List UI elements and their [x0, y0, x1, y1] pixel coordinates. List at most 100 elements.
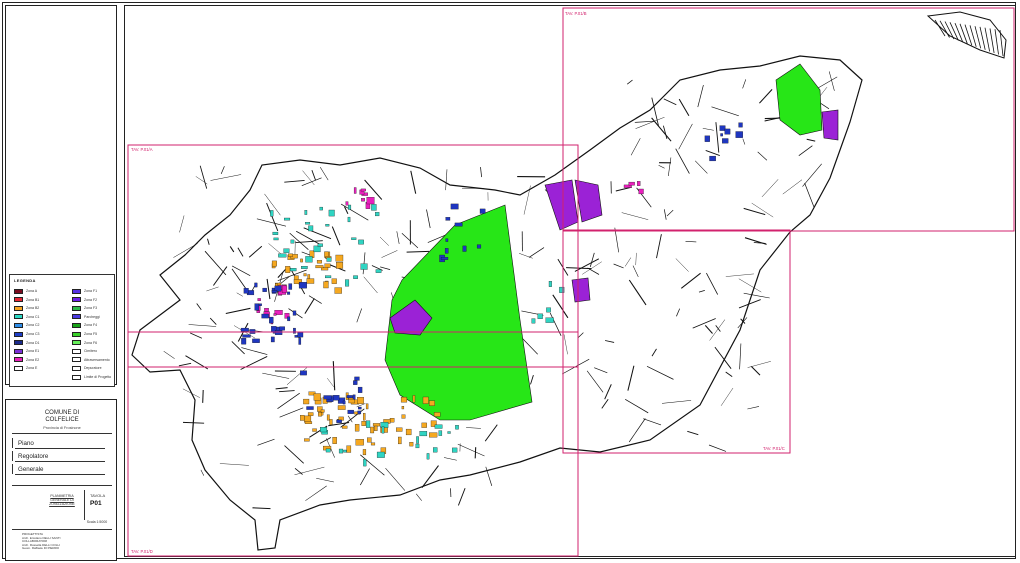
zone-block: [306, 278, 315, 284]
zone-block: [290, 239, 295, 244]
zone-block: [374, 425, 378, 431]
zone-block: [367, 437, 372, 443]
parcel-line: [708, 444, 727, 452]
parcel-line: [739, 343, 742, 370]
zone-block: [258, 303, 262, 306]
zone-block: [462, 245, 467, 252]
zone-block: [318, 412, 322, 417]
zone-block: [273, 313, 277, 316]
zone-block: [298, 337, 302, 345]
zone-block: [628, 181, 635, 186]
zone-block: [254, 282, 258, 288]
parcel-line: [474, 447, 477, 459]
parcel-line: [687, 430, 699, 436]
zone-block: [283, 248, 290, 253]
zone-block: [270, 336, 275, 343]
parcel-line: [720, 387, 734, 406]
zone-block: [351, 237, 357, 240]
parcel-line: [416, 493, 422, 501]
zone-block: [409, 442, 414, 447]
zone-block: [300, 415, 305, 421]
zone-block: [308, 225, 314, 232]
zone-block: [479, 208, 486, 214]
zone-block: [335, 254, 344, 262]
zone-block: [445, 217, 451, 221]
zone-block: [419, 431, 428, 437]
zone-block: [476, 244, 482, 249]
zone-block: [455, 425, 459, 430]
zone-block: [342, 400, 346, 405]
zone-block: [271, 290, 278, 293]
zone-block: [337, 405, 346, 410]
zone-block: [338, 448, 344, 454]
zone-block: [324, 263, 331, 268]
zone-block: [312, 428, 317, 432]
parcel-line: [747, 361, 771, 368]
zone-block: [353, 187, 357, 194]
zone-block: [531, 318, 536, 324]
zone-block: [288, 283, 293, 290]
zone-block: [328, 209, 335, 217]
zone-block: [400, 396, 408, 403]
zone-block: [304, 421, 313, 424]
parcel-line: [220, 166, 225, 175]
zone-block: [354, 424, 360, 432]
zone-block: [313, 393, 321, 401]
zone-block: [433, 447, 438, 453]
zone-block: [329, 419, 333, 425]
zone-block: [262, 287, 267, 292]
zone-block: [355, 439, 364, 446]
zone-block: [257, 298, 261, 301]
zone-block: [325, 275, 332, 279]
zone-block: [332, 395, 340, 401]
zone-block: [704, 135, 710, 142]
parcel-line: [200, 469, 205, 476]
zone-block: [405, 428, 412, 436]
zone-block: [546, 307, 551, 313]
zone-block: [398, 436, 402, 445]
parcel-line: [202, 389, 204, 403]
zone-block: [396, 427, 403, 432]
zone-block: [343, 449, 347, 453]
zone-block: [361, 198, 365, 202]
parcel-line: [626, 79, 633, 85]
zone-block: [375, 269, 382, 273]
zone-block: [279, 326, 285, 331]
zone-block: [735, 131, 743, 138]
zone-block: [346, 445, 352, 453]
zone-block: [371, 204, 377, 211]
zone-block: [269, 316, 274, 324]
zone-block: [357, 386, 363, 393]
zone-block: [272, 231, 279, 235]
zone-block: [315, 265, 324, 269]
zone-block: [281, 285, 288, 293]
zone-block: [319, 206, 323, 211]
zone-block: [334, 287, 342, 294]
zone-block: [293, 327, 296, 334]
zone-block: [289, 268, 297, 272]
zone-block: [415, 443, 420, 449]
zone-block: [365, 403, 369, 410]
zone-block: [357, 397, 364, 404]
zone-block: [320, 409, 325, 413]
parcel-line: [179, 215, 185, 233]
zone-block: [301, 266, 308, 269]
zone-block: [354, 376, 360, 381]
zone-block: [313, 245, 321, 253]
zone-block: [345, 201, 349, 206]
zone-block: [422, 396, 429, 404]
zone-block: [421, 422, 427, 428]
zone-block: [353, 380, 358, 385]
zone-block: [307, 412, 314, 416]
zone-block: [444, 248, 449, 254]
zone-block: [325, 448, 331, 453]
zone-block: [274, 330, 283, 335]
zone-block: [241, 338, 247, 345]
zone-block: [323, 281, 329, 289]
enclave: [926, 11, 1007, 59]
zone-block: [376, 451, 385, 458]
zone-block: [331, 278, 337, 284]
zone-block: [358, 406, 362, 410]
parcel-line: [480, 167, 482, 178]
zone-block: [381, 426, 385, 434]
